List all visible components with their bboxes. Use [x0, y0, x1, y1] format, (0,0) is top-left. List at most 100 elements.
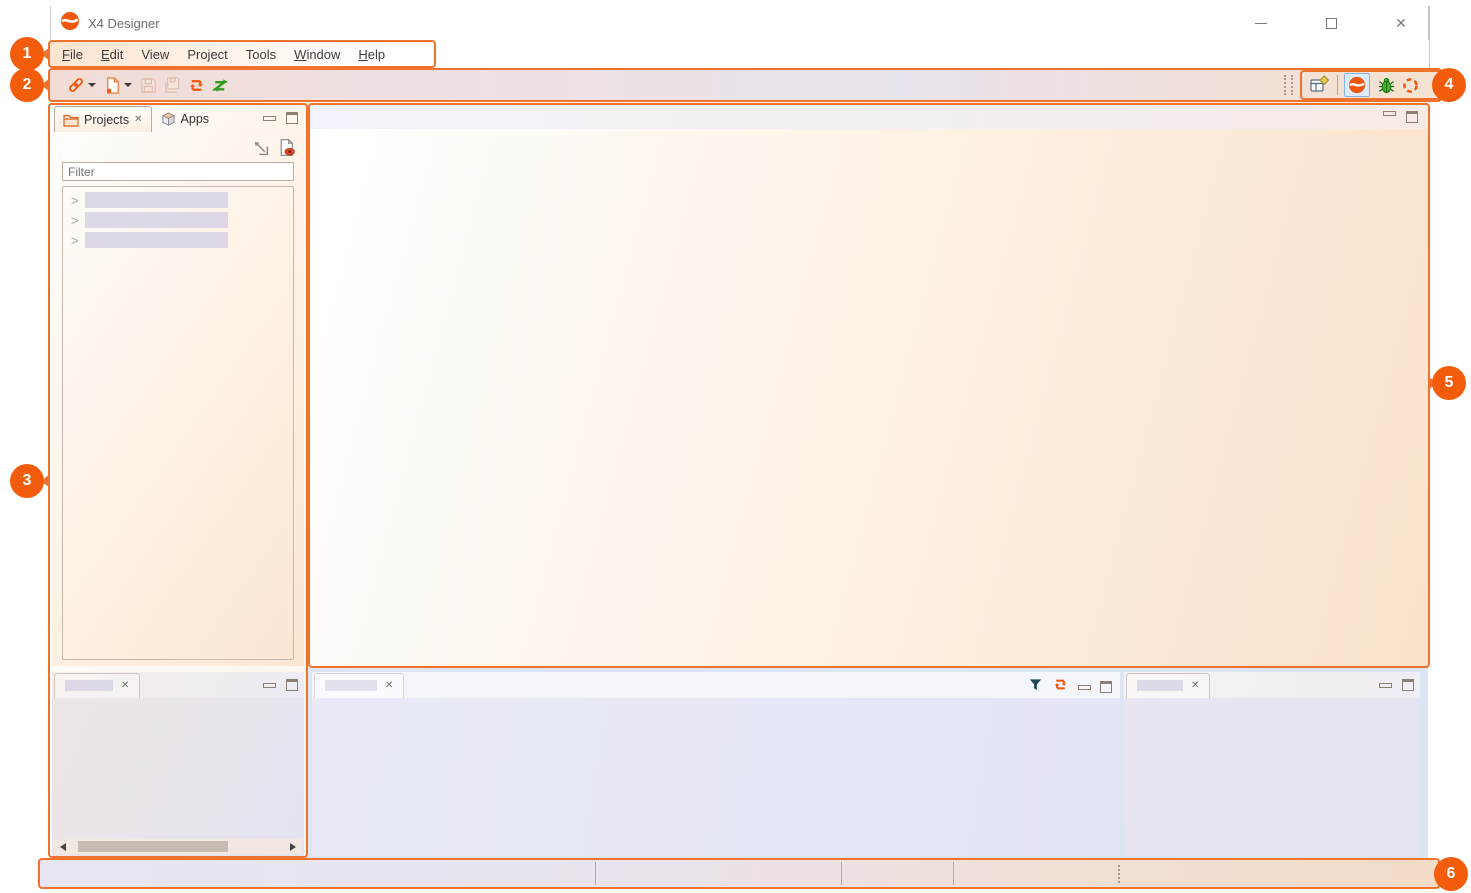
filter-funnel-icon[interactable]: [1028, 677, 1043, 697]
menu-item-help[interactable]: Help: [349, 47, 394, 62]
link-with-editor-icon[interactable]: [251, 138, 270, 162]
window-title: X4 Designer: [88, 16, 160, 31]
menu-item-tools[interactable]: Tools: [237, 47, 285, 62]
projects-view-toolbar: [251, 138, 296, 162]
scroll-right-icon[interactable]: [290, 843, 296, 851]
run-dashed-circle-icon[interactable]: [1398, 72, 1422, 98]
redacted-label: [65, 680, 113, 691]
menu-item-view[interactable]: View: [132, 47, 178, 62]
toolbar-drag-handle[interactable]: [1284, 75, 1286, 95]
tab-close-icon[interactable]: ✕: [134, 115, 142, 125]
panel-minimize-icon[interactable]: [1379, 683, 1392, 688]
callout-badge-1: 1: [10, 37, 44, 71]
tree-item[interactable]: >: [63, 230, 293, 250]
tab-close-icon[interactable]: ✕: [121, 681, 129, 691]
bottom-right-panel: ✕: [1124, 672, 1420, 856]
menu-bar[interactable]: FileEditViewProjectToolsWindowHelp: [48, 40, 436, 68]
callout-badge-2: 2: [10, 68, 44, 102]
refresh-icon[interactable]: [1052, 676, 1069, 698]
tab-close-icon[interactable]: ✕: [1191, 681, 1199, 691]
redacted-label: [85, 232, 228, 248]
bottom-left-tab[interactable]: ✕: [54, 673, 140, 698]
bottom-left-panel: ✕: [52, 672, 304, 856]
window-maximize-button[interactable]: [1316, 8, 1346, 38]
tab-projects[interactable]: Projects ✕: [54, 106, 152, 132]
panel-maximize-icon[interactable]: [1406, 111, 1418, 123]
menu-item-file[interactable]: File: [53, 47, 92, 62]
bottom-right-tab[interactable]: ✕: [1126, 673, 1210, 698]
callout-badge-5: 5: [1432, 366, 1466, 400]
scrollbar-thumb[interactable]: [78, 841, 228, 852]
maximize-icon: [1326, 18, 1337, 29]
panel-maximize-icon[interactable]: [1402, 679, 1414, 691]
redacted-label: [325, 680, 377, 691]
redacted-label: [85, 192, 228, 208]
status-separator: [841, 862, 842, 885]
status-drag-handle[interactable]: [1118, 865, 1120, 883]
horizontal-scrollbar[interactable]: [54, 839, 302, 854]
status-separator: [595, 862, 596, 885]
tab-apps[interactable]: Apps: [152, 106, 219, 132]
app-logo-icon: [60, 11, 80, 36]
expand-chevron-icon[interactable]: >: [71, 193, 83, 208]
bottom-left-tab-bar: ✕: [52, 672, 304, 698]
menu-item-window[interactable]: Window: [285, 47, 349, 62]
tab-close-icon[interactable]: ✕: [385, 681, 393, 691]
open-perspective-icon[interactable]: [1307, 72, 1331, 98]
callout-badge-3: 3: [10, 464, 44, 498]
toolbar-drag-handle[interactable]: [1291, 75, 1293, 95]
scroll-left-icon[interactable]: [60, 843, 66, 851]
projects-panel: Projects ✕ Apps: [52, 105, 304, 666]
callout-badge-6: 6: [1434, 857, 1468, 891]
expand-chevron-icon[interactable]: >: [71, 233, 83, 248]
new-document-dropdown-caret[interactable]: [124, 83, 132, 87]
x4-perspective-button[interactable]: [1344, 73, 1370, 97]
bottom-middle-tab-bar: ✕: [312, 672, 1120, 698]
status-separator: [953, 862, 954, 885]
save-all-icon: [160, 72, 184, 98]
left-panel-tab-bar: Projects ✕ Apps: [52, 105, 304, 132]
save-icon: [136, 72, 160, 98]
toolbar: [48, 68, 1442, 102]
window-minimize-button[interactable]: [1246, 8, 1276, 38]
cube-icon: [161, 112, 176, 127]
title-bar: X4 Designer ✕: [50, 6, 1429, 40]
filter-input[interactable]: [62, 162, 294, 181]
debug-bug-icon[interactable]: [1374, 72, 1398, 98]
editor-content[interactable]: [310, 129, 1428, 666]
perspective-switcher: [1300, 70, 1442, 100]
tab-apps-label: Apps: [181, 112, 210, 126]
menu-item-edit[interactable]: Edit: [92, 47, 132, 62]
sync-z-icon[interactable]: [208, 72, 232, 98]
toolbar-separator: [1337, 75, 1338, 95]
panel-minimize-icon[interactable]: [1383, 111, 1396, 116]
panel-minimize-icon[interactable]: [263, 683, 276, 688]
panel-minimize-icon[interactable]: [1078, 685, 1091, 690]
menu-item-project[interactable]: Project: [178, 47, 236, 62]
refresh-icon[interactable]: [184, 72, 208, 98]
editor-area: [310, 105, 1428, 666]
link-icon[interactable]: [64, 72, 88, 98]
panel-maximize-icon[interactable]: [286, 112, 298, 124]
tab-projects-label: Projects: [84, 113, 129, 127]
preview-document-icon[interactable]: [277, 138, 296, 162]
tree-item[interactable]: >: [63, 190, 293, 210]
tree-item[interactable]: >: [63, 210, 293, 230]
new-document-icon[interactable]: [100, 72, 124, 98]
editor-tab-strip: [310, 105, 1428, 129]
panel-maximize-icon[interactable]: [1100, 681, 1112, 693]
folder-icon: [63, 113, 79, 127]
redacted-label: [85, 212, 228, 228]
project-tree[interactable]: > > >: [62, 186, 294, 660]
status-bar: [38, 858, 1440, 889]
bottom-middle-tab[interactable]: ✕: [314, 673, 404, 698]
panel-maximize-icon[interactable]: [286, 679, 298, 691]
window-close-button[interactable]: ✕: [1386, 8, 1416, 38]
panel-minimize-icon[interactable]: [263, 116, 276, 121]
expand-chevron-icon[interactable]: >: [71, 213, 83, 228]
bottom-right-tab-bar: ✕: [1124, 672, 1420, 698]
bottom-middle-panel: ✕: [312, 672, 1120, 856]
minimize-icon: [1255, 23, 1267, 24]
link-dropdown-caret[interactable]: [88, 83, 96, 87]
redacted-label: [1137, 680, 1183, 691]
